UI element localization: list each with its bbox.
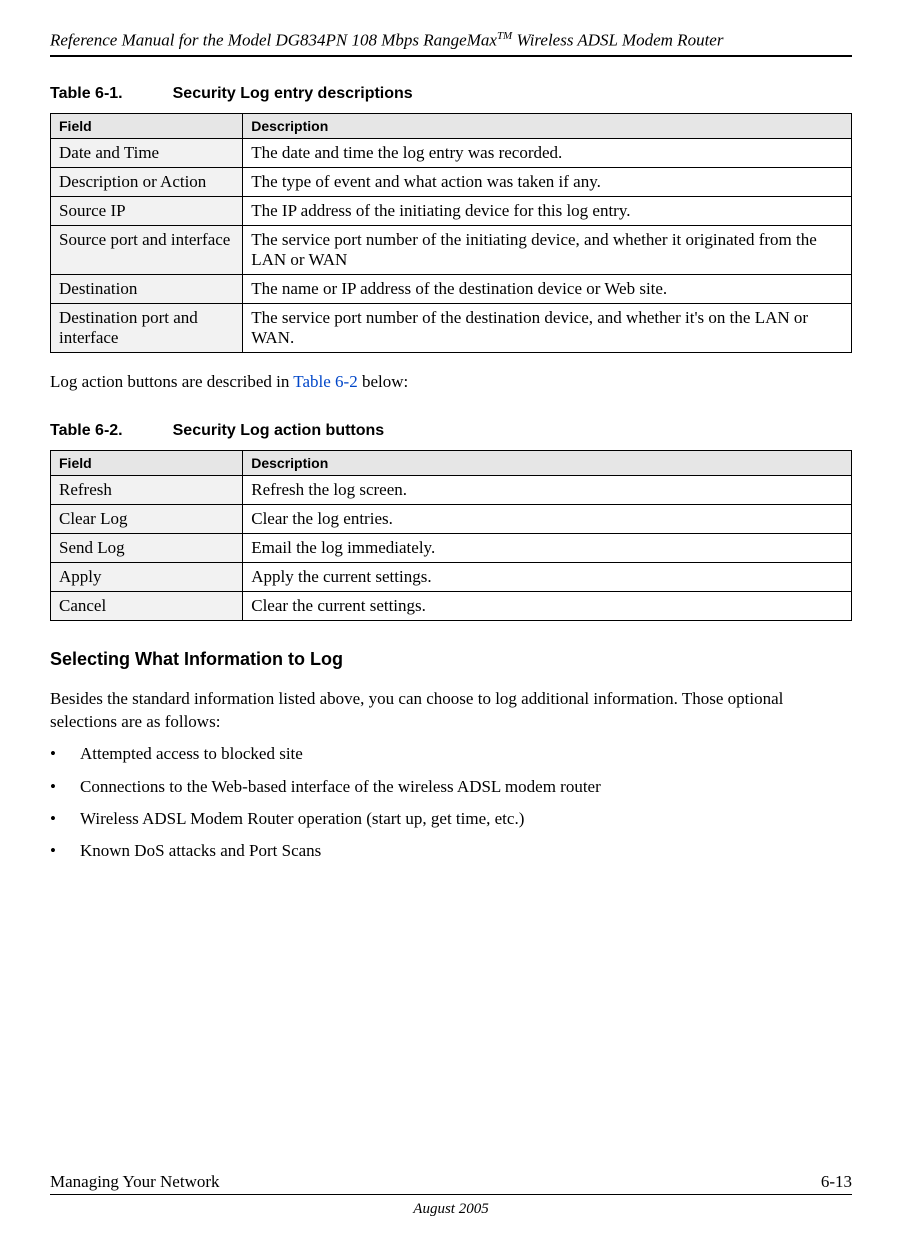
cell-field: Source IP bbox=[51, 196, 243, 225]
header-title-pre: Reference Manual for the Model DG834PN 1… bbox=[50, 31, 497, 50]
table-6-2: Field Description RefreshRefresh the log… bbox=[50, 450, 852, 621]
cell-desc: Refresh the log screen. bbox=[243, 475, 852, 504]
cell-desc: The service port number of the initiatin… bbox=[243, 225, 852, 274]
page-footer: Managing Your Network 6-13 August 2005 bbox=[50, 1172, 852, 1218]
list-item: Known DoS attacks and Port Scans bbox=[50, 840, 852, 862]
cell-field: Source port and interface bbox=[51, 225, 243, 274]
col-field: Field bbox=[51, 113, 243, 138]
table-6-1: Field Description Date and TimeThe date … bbox=[50, 113, 852, 353]
list-item: Attempted access to blocked site bbox=[50, 743, 852, 765]
document-header: Reference Manual for the Model DG834PN 1… bbox=[50, 30, 852, 57]
col-field: Field bbox=[51, 450, 243, 475]
footer-date: August 2005 bbox=[50, 1201, 852, 1218]
cell-desc: The service port number of the destinati… bbox=[243, 303, 852, 352]
header-tm: TM bbox=[497, 30, 512, 42]
section-intro: Besides the standard information listed … bbox=[50, 688, 852, 734]
cell-desc: Email the log immediately. bbox=[243, 533, 852, 562]
list-item: Wireless ADSL Modem Router operation (st… bbox=[50, 808, 852, 830]
header-title-post: Wireless ADSL Modem Router bbox=[512, 31, 723, 50]
table-6-2-number: Table 6-2. bbox=[50, 422, 123, 439]
cell-field: Date and Time bbox=[51, 138, 243, 167]
footer-section: Managing Your Network bbox=[50, 1172, 220, 1192]
table-header-row: Field Description bbox=[51, 450, 852, 475]
table-6-1-number: Table 6-1. bbox=[50, 85, 123, 102]
cell-field: Cancel bbox=[51, 591, 243, 620]
cell-field: Clear Log bbox=[51, 504, 243, 533]
optional-log-list: Attempted access to blocked site Connect… bbox=[50, 743, 852, 861]
table-row: ApplyApply the current settings. bbox=[51, 562, 852, 591]
cell-field: Send Log bbox=[51, 533, 243, 562]
table-row: Send LogEmail the log immediately. bbox=[51, 533, 852, 562]
footer-page-number: 6-13 bbox=[821, 1172, 852, 1192]
table-6-2-caption: Table 6-2. Security Log action buttons bbox=[50, 422, 852, 440]
table-row: Destination port and interfaceThe servic… bbox=[51, 303, 852, 352]
table-6-1-caption: Table 6-1. Security Log entry description… bbox=[50, 85, 852, 103]
cell-desc: The date and time the log entry was reco… bbox=[243, 138, 852, 167]
cell-field: Destination port and interface bbox=[51, 303, 243, 352]
table-row: RefreshRefresh the log screen. bbox=[51, 475, 852, 504]
table-row: Date and TimeThe date and time the log e… bbox=[51, 138, 852, 167]
xref-table-6-2[interactable]: Table 6-2 bbox=[293, 372, 357, 391]
table-row: Description or ActionThe type of event a… bbox=[51, 167, 852, 196]
para1-post: below: bbox=[358, 372, 409, 391]
list-item: Connections to the Web-based interface o… bbox=[50, 776, 852, 798]
cell-field: Refresh bbox=[51, 475, 243, 504]
col-description: Description bbox=[243, 113, 852, 138]
table-row: Source port and interfaceThe service por… bbox=[51, 225, 852, 274]
cell-desc: The name or IP address of the destinatio… bbox=[243, 274, 852, 303]
cell-desc: The IP address of the initiating device … bbox=[243, 196, 852, 225]
col-description: Description bbox=[243, 450, 852, 475]
table-header-row: Field Description bbox=[51, 113, 852, 138]
cell-desc: Clear the log entries. bbox=[243, 504, 852, 533]
paragraph-log-actions: Log action buttons are described in Tabl… bbox=[50, 371, 852, 394]
cell-field: Description or Action bbox=[51, 167, 243, 196]
cell-field: Apply bbox=[51, 562, 243, 591]
cell-desc: The type of event and what action was ta… bbox=[243, 167, 852, 196]
table-row: CancelClear the current settings. bbox=[51, 591, 852, 620]
heading-selecting-info: Selecting What Information to Log bbox=[50, 649, 852, 670]
table-6-1-title: Security Log entry descriptions bbox=[173, 85, 413, 102]
table-row: Clear LogClear the log entries. bbox=[51, 504, 852, 533]
para1-pre: Log action buttons are described in bbox=[50, 372, 293, 391]
table-6-2-title: Security Log action buttons bbox=[173, 422, 385, 439]
cell-desc: Apply the current settings. bbox=[243, 562, 852, 591]
table-row: Source IPThe IP address of the initiatin… bbox=[51, 196, 852, 225]
cell-desc: Clear the current settings. bbox=[243, 591, 852, 620]
cell-field: Destination bbox=[51, 274, 243, 303]
table-row: DestinationThe name or IP address of the… bbox=[51, 274, 852, 303]
